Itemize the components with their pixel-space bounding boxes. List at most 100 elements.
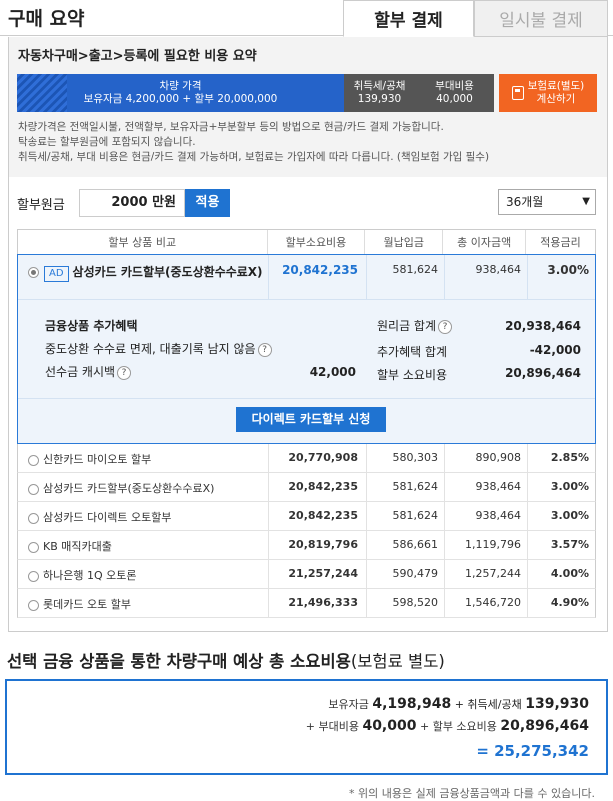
sum-label-3: 할부 소요비용 (377, 368, 448, 382)
product-cost: 20,842,235 (288, 509, 358, 522)
product-row[interactable]: 하나은행 1Q 오토론 21,257,244 590,479 1,257,244… (17, 560, 596, 589)
insurance-calc-button[interactable]: 보험료(별도) 계산하기 (499, 74, 597, 112)
car-price-bar: 차량 가격 보유자금 4,200,000 + 할부 20,000,000 (17, 74, 344, 112)
product-name: 롯데카드 오토 할부 (43, 598, 131, 611)
top-bar: 구매 요약 할부 결제 일시불 결제 (0, 0, 613, 37)
product-interest: 890,908 (475, 451, 522, 464)
product-cost: 20,770,908 (288, 451, 358, 464)
help-icon[interactable]: ? (257, 342, 272, 357)
product-row[interactable]: KB 매직카대출 20,819,796 586,661 1,119,796 3.… (17, 531, 596, 560)
radio[interactable] (28, 454, 39, 466)
product-rate: 2.85% (550, 451, 589, 464)
tax-bar: 취득세/공채 139,930 (344, 74, 415, 112)
page-title: 구매 요약 (8, 8, 85, 30)
extra-cost-label-total: + 부대비용 (305, 720, 359, 733)
total-box: 보유자금 4,198,948 + 취득세/공채 139,930 + 부대비용 4… (5, 679, 608, 775)
cashback-value: 42,000 (309, 365, 356, 379)
radio[interactable] (28, 512, 39, 524)
radio[interactable] (28, 599, 39, 611)
sum-value-3: 20,896,464 (505, 366, 581, 380)
selected-monthly: 581,624 (392, 263, 439, 276)
product-cost: 20,842,235 (288, 480, 358, 493)
product-rate: 4.90% (550, 596, 589, 609)
total-title-main: 선택 금융 상품을 통한 차량구매 예상 총 소요비용 (7, 652, 351, 671)
total-line-3: = 25,275,342 (476, 742, 589, 760)
tax-label-total: + 취득세/공채 (454, 698, 522, 711)
product-row[interactable]: 롯데카드 오토 할부 21,496,333 598,520 1,546,720 … (17, 589, 596, 618)
benefit-item-1-label: 중도상환 수수료 면제, 대출기록 남지 않음 (45, 342, 256, 356)
product-row[interactable]: 신한카드 마이오토 할부 20,770,908 580,303 890,908 … (17, 444, 596, 473)
product-cost: 20,819,796 (288, 538, 358, 551)
selected-product-row[interactable]: AD 삼성카드 카드할부(중도상환수수료X) 20,842,235 581,624… (18, 255, 595, 300)
installment-cost-value: 20,896,464 (500, 718, 589, 734)
product-monthly: 598,520 (392, 596, 439, 609)
own-funds-label: 보유자금 (328, 698, 369, 711)
extra-cost-bar: 부대비용 40,000 (415, 74, 494, 112)
ad-badge: AD (44, 266, 69, 282)
col-header-cost: 할부소요비용 (266, 229, 365, 255)
extra-cost-label: 부대비용 (435, 80, 474, 92)
col-header-interest: 총 이자금액 (442, 229, 526, 255)
product-cost: 21,496,333 (288, 596, 358, 609)
apply-button[interactable]: 적용 (185, 189, 230, 217)
product-row[interactable]: 삼성카드 다이렉트 오토할부 20,842,235 581,624 938,46… (17, 502, 596, 531)
total-line-2: + 부대비용 40,000 + 할부 소요비용 20,896,464 (306, 718, 589, 734)
product-monthly: 581,624 (392, 480, 439, 493)
product-cost: 21,257,244 (288, 567, 358, 580)
radio[interactable] (28, 570, 39, 582)
note-line: 취득세/공채, 부대 비용은 현금/카드 결제 가능하며, 보험료는 가입자에 … (18, 151, 490, 163)
tab-installment[interactable]: 할부 결제 (343, 0, 474, 37)
product-interest: 1,546,720 (465, 596, 521, 609)
selected-product: AD 삼성카드 카드할부(중도상환수수료X) 20,842,235 581,624… (17, 254, 596, 444)
product-interest: 938,464 (475, 480, 522, 493)
selected-product-name-cell: AD 삼성카드 카드할부(중도상환수수료X) (28, 261, 268, 283)
product-interest: 1,257,244 (465, 567, 521, 580)
tax-value: 139,930 (357, 93, 402, 105)
selected-product-name: 삼성카드 카드할부(중도상환수수료X) (72, 265, 263, 279)
product-rate: 3.00% (550, 480, 589, 493)
own-funds-value: 4,198,948 (372, 696, 452, 712)
note-line: 탁송료는 할부원금에 포함되지 않습니다. (18, 136, 196, 148)
grand-total: = 25,275,342 (476, 742, 589, 760)
note-line: 차량가격은 전액일시불, 전액할부, 보유자금+부분할부 등의 방법으로 현금/… (18, 121, 444, 133)
insurance-sub-label: 계산하기 (536, 93, 576, 105)
product-table-header: 할부 상품 비교 할부소요비용 월납입금 총 이자금액 적용금리 (17, 229, 596, 255)
product-name: 신한카드 마이오토 할부 (43, 453, 152, 466)
col-header-rate: 적용금리 (525, 229, 596, 255)
principal-input[interactable]: 2000 만원 (79, 189, 185, 217)
product-row[interactable]: 삼성카드 카드할부(중도상환수수료X) 20,842,235 581,624 9… (17, 473, 596, 502)
installment-cost-label: + 할부 소요비용 (419, 720, 497, 733)
col-header-monthly: 월납입금 (364, 229, 443, 255)
product-name: 하나은행 1Q 오토론 (43, 569, 137, 582)
radio[interactable] (28, 483, 39, 495)
car-price-label: 차량 가격 (159, 80, 202, 92)
product-name: 삼성카드 카드할부(중도상환수수료X) (43, 482, 215, 495)
help-icon[interactable]: ? (438, 319, 453, 334)
total-title: 선택 금융 상품을 통한 차량구매 예상 총 소요비용(보험료 별도) (7, 648, 445, 672)
product-monthly: 580,303 (392, 451, 439, 464)
car-price-detail: 보유자금 4,200,000 + 할부 20,000,000 (83, 93, 278, 105)
benefit-item-2: 선수금 캐시백? (45, 363, 132, 380)
product-interest: 938,464 (475, 509, 522, 522)
radio-selected[interactable] (28, 267, 39, 278)
col-header-product: 할부 상품 비교 (17, 229, 268, 255)
calculator-icon (511, 86, 524, 100)
term-select[interactable]: 36개월 ▼ (498, 189, 596, 215)
benefit-item-1: 중도상환 수수료 면제, 대출기록 남지 않음? (45, 340, 272, 357)
total-title-sub: (보험료 별도) (350, 652, 445, 671)
summary-notes: 차량가격은 전액일시불, 전액할부, 보유자금+부분할부 등의 방법으로 현금/… (18, 120, 489, 165)
radio[interactable] (28, 541, 39, 553)
product-name: 삼성카드 다이렉트 오토할부 (43, 511, 172, 524)
benefit-title: 금융상품 추가혜택 (45, 319, 138, 333)
sum-value-2: -42,000 (529, 343, 581, 357)
tab-lump-sum[interactable]: 일시불 결제 (474, 0, 608, 37)
product-rate: 4.00% (550, 567, 589, 580)
selected-interest: 938,464 (475, 263, 522, 276)
direct-apply-button[interactable]: 다이렉트 카드할부 신청 (236, 407, 386, 432)
product-monthly: 590,479 (392, 567, 439, 580)
summary-title: 자동차구매>출고>등록에 필요한 비용 요약 (18, 49, 257, 64)
help-icon[interactable]: ? (117, 365, 132, 380)
tax-value-total: 139,930 (525, 696, 589, 712)
product-monthly: 581,624 (392, 509, 439, 522)
product-monthly: 586,661 (392, 538, 439, 551)
